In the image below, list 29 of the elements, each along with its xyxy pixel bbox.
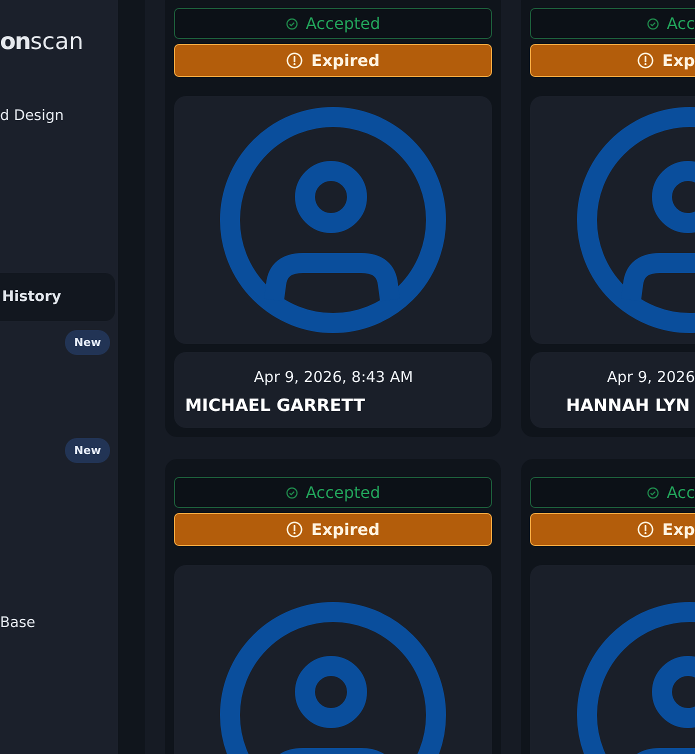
- accepted-status: Acc: [530, 477, 695, 508]
- accepted-status: Accepted: [174, 8, 492, 39]
- person-name: MICHAEL GARRETT: [185, 396, 366, 416]
- accepted-status: Accepted: [174, 477, 492, 508]
- accepted-status: Acc: [530, 8, 695, 39]
- new-badge: New: [65, 330, 110, 354]
- expired-badge: Exp: [530, 513, 695, 546]
- alert-circle-icon: [637, 52, 654, 69]
- sidebar-item[interactable]: Base: [0, 599, 115, 647]
- check-circle-icon: [646, 18, 659, 30]
- user-avatar-icon: [218, 105, 448, 335]
- logo: onscan: [0, 28, 84, 57]
- sidebar-item[interactable]: History: [0, 273, 115, 321]
- sidebar-item[interactable]: d Design: [0, 92, 115, 140]
- scan-date: Apr 9, 2026, 8:43 AM: [252, 368, 414, 386]
- sidebar-item[interactable]: New: [0, 318, 115, 366]
- scan-date: Apr 9, 2026: [606, 368, 695, 386]
- person-name: HANNAH LYN: [565, 396, 691, 416]
- expired-badge: Exp: [530, 44, 695, 77]
- expired-badge: Expired: [174, 44, 492, 77]
- check-circle-icon: [646, 486, 659, 498]
- expired-badge: Expired: [174, 513, 492, 546]
- check-circle-icon: [286, 486, 298, 498]
- alert-circle-icon: [637, 521, 654, 538]
- alert-circle-icon: [286, 52, 304, 69]
- alert-circle-icon: [286, 521, 304, 538]
- new-badge: New: [65, 438, 110, 462]
- check-circle-icon: [286, 18, 298, 30]
- sidebar-item[interactable]: New: [0, 426, 115, 474]
